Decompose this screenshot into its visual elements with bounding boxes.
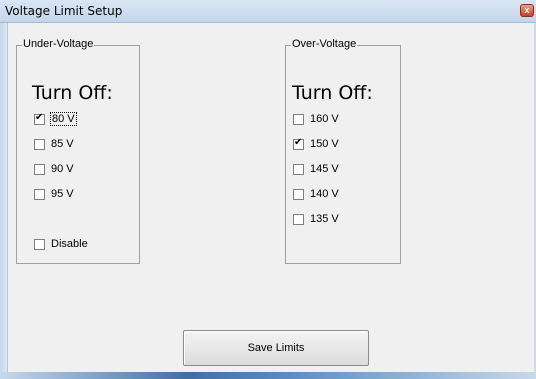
checkbox-140v[interactable] (293, 188, 304, 200)
over-voltage-legend: Over-Voltage (291, 38, 358, 50)
window-title: Voltage Limit Setup (5, 4, 123, 18)
option-label: 160 V (310, 113, 339, 125)
under-voltage-group: Under-Voltage Turn Off: 80 V 85 V 90 V 9… (16, 38, 140, 264)
under-voltage-option-90[interactable]: 90 V (34, 163, 74, 175)
checkbox-80v[interactable] (34, 112, 45, 125)
over-voltage-option-140[interactable]: 140 V (293, 188, 339, 200)
under-voltage-heading: Turn Off: (32, 82, 113, 104)
title-bar[interactable]: Voltage Limit Setup x (0, 0, 536, 23)
checkbox-150v[interactable] (293, 137, 304, 150)
close-icon: x (524, 5, 530, 15)
option-label: 90 V (51, 163, 74, 175)
option-label: 80 V (50, 112, 77, 126)
over-voltage-option-150[interactable]: 150 V (293, 137, 339, 150)
voltage-limit-window: Voltage Limit Setup x Under-Voltage Turn… (0, 0, 536, 379)
under-voltage-legend: Under-Voltage (22, 38, 95, 50)
checkbox-95v[interactable] (34, 188, 45, 200)
window-frame-bottom (0, 372, 536, 379)
option-label: 150 V (310, 138, 339, 150)
checkbox-85v[interactable] (34, 138, 45, 150)
over-voltage-group: Over-Voltage Turn Off: 160 V 150 V 145 V… (285, 38, 401, 264)
over-voltage-option-160[interactable]: 160 V (293, 113, 339, 125)
checkbox-145v[interactable] (293, 163, 304, 175)
option-label: 140 V (310, 188, 339, 200)
checkbox-90v[interactable] (34, 163, 45, 175)
close-button[interactable]: x (520, 4, 534, 17)
under-voltage-option-80[interactable]: 80 V (34, 112, 77, 126)
over-voltage-option-135[interactable]: 135 V (293, 213, 339, 225)
over-voltage-heading: Turn Off: (292, 82, 373, 104)
option-label: 85 V (51, 138, 74, 150)
checkbox-160v[interactable] (293, 113, 304, 125)
checkbox-135v[interactable] (293, 213, 304, 225)
under-voltage-disable[interactable]: Disable (34, 238, 88, 250)
option-label: 145 V (310, 163, 339, 175)
over-voltage-option-145[interactable]: 145 V (293, 163, 339, 175)
under-voltage-option-95[interactable]: 95 V (34, 188, 74, 200)
save-limits-button[interactable]: Save Limits (183, 330, 369, 366)
option-label: 95 V (51, 188, 74, 200)
checkbox-disable[interactable] (34, 238, 45, 250)
option-label: 135 V (310, 213, 339, 225)
under-voltage-option-85[interactable]: 85 V (34, 138, 74, 150)
option-label: Disable (51, 238, 88, 250)
window-frame-left (0, 23, 8, 379)
